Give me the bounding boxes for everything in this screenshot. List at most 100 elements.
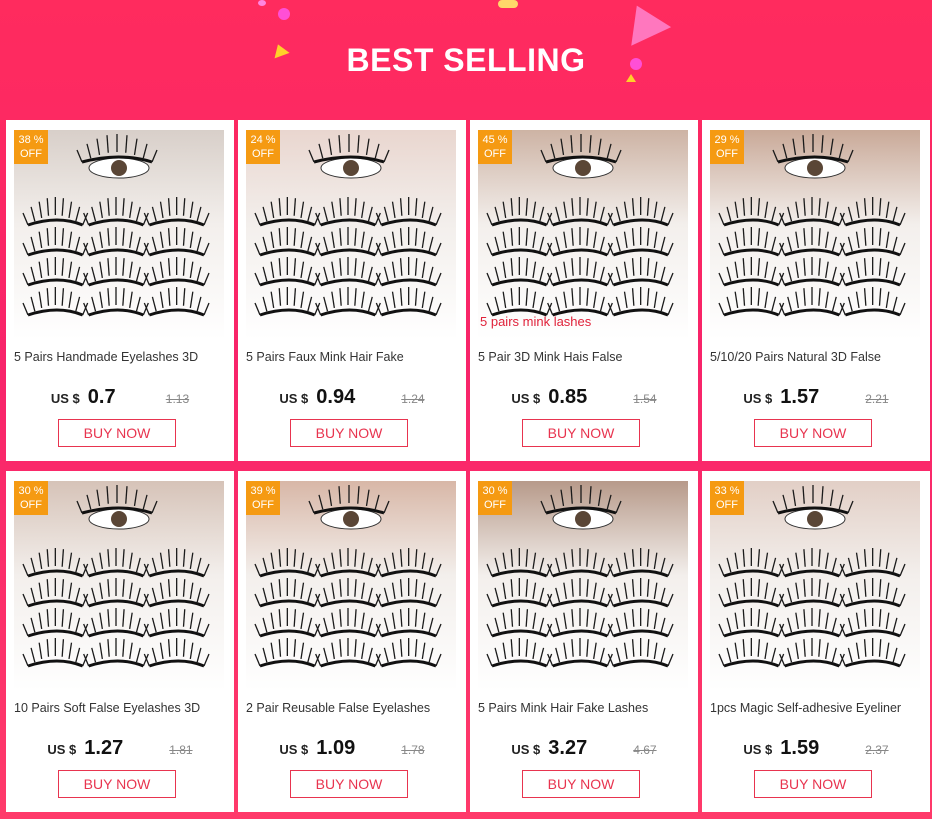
lash-strip: [254, 257, 321, 287]
discount-off-label: OFF: [20, 499, 42, 511]
discount-badge: 29 % OFF: [710, 130, 744, 164]
sale-price: 0.7: [87, 386, 116, 408]
buy-now-button[interactable]: BUY NOW: [754, 419, 872, 447]
confetti-dot: [278, 8, 290, 20]
product-card-2[interactable]: 24 % OFF 5 Pairs Faux Mink Hair Fake US …: [238, 120, 466, 461]
buy-now-button[interactable]: BUY NOW: [290, 419, 408, 447]
lash-strip: [839, 197, 906, 227]
currency-label: US $: [511, 742, 541, 757]
lash-strip: [839, 638, 906, 668]
lash-strip: [547, 257, 613, 287]
lash-strip: [779, 548, 845, 578]
lash-strip: [839, 608, 906, 638]
currency-label: US $: [50, 391, 80, 406]
currency-label: US $: [743, 391, 773, 406]
product-title[interactable]: 1pcs Magic Self-adhesive Eyeliner: [710, 701, 922, 717]
price-row: US $ 1.57 2.21: [702, 386, 930, 410]
lash-strip: [486, 638, 553, 668]
currency-label: US $: [47, 742, 77, 757]
discount-badge: 24 % OFF: [246, 130, 280, 164]
lash-strip: [254, 227, 321, 257]
lash-strip: [486, 197, 553, 227]
lash-strip: [607, 578, 674, 608]
original-price: 1.78: [401, 743, 425, 757]
lash-strip: [315, 227, 381, 257]
product-title[interactable]: 10 Pairs Soft False Eyelashes 3D: [14, 701, 226, 717]
lash-strip: [22, 548, 89, 578]
product-card-4[interactable]: 29 % OFF 5/10/20 Pairs Natural 3D False …: [702, 120, 930, 461]
buy-now-button[interactable]: BUY NOW: [58, 770, 176, 798]
product-title[interactable]: 5/10/20 Pairs Natural 3D False: [710, 350, 922, 366]
discount-off-label: OFF: [252, 148, 274, 160]
lash-strip: [375, 197, 442, 227]
sale-price: 0.85: [548, 386, 588, 408]
product-grid: 38 % OFF 5 Pairs Handmade Eyelashes 3D U…: [6, 120, 930, 818]
lash-strip: [315, 578, 381, 608]
discount-percent: 24 %: [250, 134, 276, 146]
product-title[interactable]: 5 Pairs Faux Mink Hair Fake: [246, 350, 458, 366]
product-card-6[interactable]: 39 % OFF 2 Pair Reusable False Eyelashes…: [238, 471, 466, 812]
price-row: US $ 3.27 4.67: [470, 737, 698, 761]
product-card-5[interactable]: 30 % OFF 10 Pairs Soft False Eyelashes 3…: [6, 471, 234, 812]
page-title: BEST SELLING: [346, 42, 586, 78]
discount-percent: 39 %: [250, 485, 276, 497]
discount-percent: 30 %: [482, 485, 508, 497]
buy-now-button[interactable]: BUY NOW: [754, 770, 872, 798]
lash-strip: [718, 548, 785, 578]
lash-strip: [375, 638, 442, 668]
original-price: 1.13: [165, 392, 190, 406]
buy-now-button[interactable]: BUY NOW: [522, 419, 640, 447]
product-card-1[interactable]: 38 % OFF 5 Pairs Handmade Eyelashes 3D U…: [6, 120, 234, 461]
lash-strip: [254, 197, 321, 227]
lash-strip: [607, 227, 674, 257]
price-row: US $ 1.09 1.78: [238, 737, 466, 761]
currency-label: US $: [743, 742, 773, 757]
buy-now-button[interactable]: BUY NOW: [290, 770, 408, 798]
product-title[interactable]: 5 Pairs Mink Hair Fake Lashes: [478, 701, 690, 717]
lash-strip: [547, 608, 613, 638]
lash-strip: [547, 548, 613, 578]
lash-strip: [607, 197, 674, 227]
lash-strip: [315, 197, 381, 227]
lash-strip: [718, 638, 785, 668]
lash-strip: [607, 257, 674, 287]
original-price: 4.67: [633, 743, 657, 757]
lash-strip: [839, 287, 906, 317]
lash-strip: [547, 197, 613, 227]
lash-strip: [83, 227, 149, 257]
product-card-3[interactable]: 5 pairs mink lashes 45 % OFF 5 Pair 3D M…: [470, 120, 698, 461]
discount-badge: 38 % OFF: [14, 130, 48, 164]
lash-strip: [143, 638, 210, 668]
product-title[interactable]: 5 Pairs Handmade Eyelashes 3D: [14, 350, 226, 366]
product-card-7[interactable]: 30 % OFF 5 Pairs Mink Hair Fake Lashes U…: [470, 471, 698, 812]
product-title[interactable]: 2 Pair Reusable False Eyelashes: [246, 701, 458, 717]
discount-percent: 30 %: [18, 485, 44, 497]
lash-strip: [718, 287, 785, 317]
price-row: US $ 0.94 1.24: [238, 386, 466, 410]
price-row: US $ 0.7 1.13: [6, 386, 234, 410]
buy-now-button[interactable]: BUY NOW: [522, 770, 640, 798]
lash-strip: [22, 227, 89, 257]
lash-strip: [143, 197, 210, 227]
lash-strip: [254, 548, 321, 578]
original-price: 2.21: [865, 392, 889, 406]
lash-strip: [375, 257, 442, 287]
product-card-8[interactable]: 33 % OFF 1pcs Magic Self-adhesive Eyelin…: [702, 471, 930, 812]
iris-shape: [807, 160, 823, 176]
lash-strip: [486, 608, 553, 638]
lash-strip: [76, 134, 158, 164]
confetti-dot: [258, 0, 266, 6]
price-row: US $ 1.27 1.81: [6, 737, 234, 761]
lash-strip: [839, 257, 906, 287]
lash-strip: [143, 548, 210, 578]
buy-now-button[interactable]: BUY NOW: [58, 419, 176, 447]
lash-strip: [607, 608, 674, 638]
discount-off-label: OFF: [716, 148, 738, 160]
original-price: 1.24: [401, 392, 425, 406]
lash-strip: [308, 485, 390, 515]
iris-shape: [111, 160, 127, 176]
sale-price: 0.94: [316, 386, 356, 408]
lash-strip: [540, 134, 622, 164]
product-title[interactable]: 5 Pair 3D Mink Hais False: [478, 350, 690, 366]
sale-price: 1.09: [316, 737, 356, 759]
